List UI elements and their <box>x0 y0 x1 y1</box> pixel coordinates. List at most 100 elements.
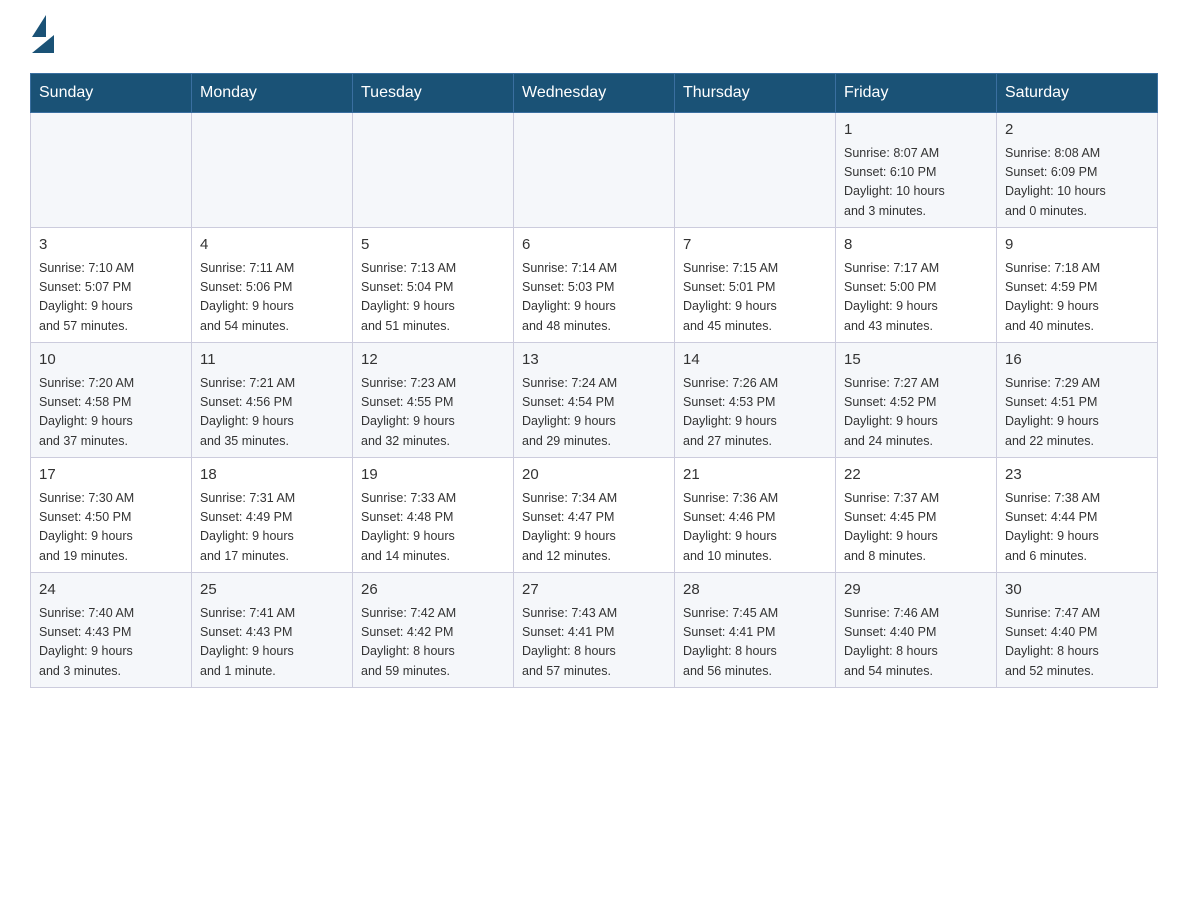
calendar-cell: 11Sunrise: 7:21 AMSunset: 4:56 PMDayligh… <box>192 343 353 458</box>
day-info: Sunrise: 7:10 AMSunset: 5:07 PMDaylight:… <box>39 259 183 337</box>
calendar-cell: 2Sunrise: 8:08 AMSunset: 6:09 PMDaylight… <box>997 113 1158 228</box>
weekday-header-sunday: Sunday <box>31 74 192 113</box>
day-number: 5 <box>361 234 505 257</box>
day-number: 26 <box>361 579 505 602</box>
calendar-cell: 3Sunrise: 7:10 AMSunset: 5:07 PMDaylight… <box>31 228 192 343</box>
day-number: 4 <box>200 234 344 257</box>
calendar-cell: 17Sunrise: 7:30 AMSunset: 4:50 PMDayligh… <box>31 458 192 573</box>
logo-blue-triangle-icon <box>32 35 54 53</box>
calendar-cell <box>192 113 353 228</box>
day-info: Sunrise: 7:17 AMSunset: 5:00 PMDaylight:… <box>844 259 988 337</box>
day-info: Sunrise: 7:46 AMSunset: 4:40 PMDaylight:… <box>844 604 988 682</box>
calendar-cell: 20Sunrise: 7:34 AMSunset: 4:47 PMDayligh… <box>514 458 675 573</box>
calendar-cell: 24Sunrise: 7:40 AMSunset: 4:43 PMDayligh… <box>31 573 192 688</box>
calendar-cell <box>31 113 192 228</box>
calendar-week-row: 3Sunrise: 7:10 AMSunset: 5:07 PMDaylight… <box>31 228 1158 343</box>
weekday-header-saturday: Saturday <box>997 74 1158 113</box>
day-info: Sunrise: 7:20 AMSunset: 4:58 PMDaylight:… <box>39 374 183 452</box>
day-number: 14 <box>683 349 827 372</box>
day-number: 23 <box>1005 464 1149 487</box>
calendar-cell: 16Sunrise: 7:29 AMSunset: 4:51 PMDayligh… <box>997 343 1158 458</box>
day-number: 20 <box>522 464 666 487</box>
day-info: Sunrise: 7:30 AMSunset: 4:50 PMDaylight:… <box>39 489 183 567</box>
day-info: Sunrise: 7:24 AMSunset: 4:54 PMDaylight:… <box>522 374 666 452</box>
day-info: Sunrise: 7:37 AMSunset: 4:45 PMDaylight:… <box>844 489 988 567</box>
calendar-cell: 1Sunrise: 8:07 AMSunset: 6:10 PMDaylight… <box>836 113 997 228</box>
logo <box>30 20 59 53</box>
day-info: Sunrise: 7:45 AMSunset: 4:41 PMDaylight:… <box>683 604 827 682</box>
calendar-cell: 30Sunrise: 7:47 AMSunset: 4:40 PMDayligh… <box>997 573 1158 688</box>
calendar-cell: 29Sunrise: 7:46 AMSunset: 4:40 PMDayligh… <box>836 573 997 688</box>
calendar-cell: 5Sunrise: 7:13 AMSunset: 5:04 PMDaylight… <box>353 228 514 343</box>
calendar-cell: 7Sunrise: 7:15 AMSunset: 5:01 PMDaylight… <box>675 228 836 343</box>
day-number: 10 <box>39 349 183 372</box>
day-number: 13 <box>522 349 666 372</box>
calendar-week-row: 17Sunrise: 7:30 AMSunset: 4:50 PMDayligh… <box>31 458 1158 573</box>
day-number: 15 <box>844 349 988 372</box>
calendar-cell: 27Sunrise: 7:43 AMSunset: 4:41 PMDayligh… <box>514 573 675 688</box>
day-info: Sunrise: 7:36 AMSunset: 4:46 PMDaylight:… <box>683 489 827 567</box>
calendar-cell: 8Sunrise: 7:17 AMSunset: 5:00 PMDaylight… <box>836 228 997 343</box>
calendar-cell: 12Sunrise: 7:23 AMSunset: 4:55 PMDayligh… <box>353 343 514 458</box>
day-info: Sunrise: 8:08 AMSunset: 6:09 PMDaylight:… <box>1005 144 1149 222</box>
day-number: 21 <box>683 464 827 487</box>
day-number: 7 <box>683 234 827 257</box>
day-info: Sunrise: 7:29 AMSunset: 4:51 PMDaylight:… <box>1005 374 1149 452</box>
day-number: 28 <box>683 579 827 602</box>
day-number: 17 <box>39 464 183 487</box>
day-number: 11 <box>200 349 344 372</box>
calendar-cell <box>353 113 514 228</box>
day-number: 12 <box>361 349 505 372</box>
day-info: Sunrise: 7:43 AMSunset: 4:41 PMDaylight:… <box>522 604 666 682</box>
logo-triangle-icon <box>32 15 46 37</box>
day-number: 27 <box>522 579 666 602</box>
day-number: 3 <box>39 234 183 257</box>
weekday-header-wednesday: Wednesday <box>514 74 675 113</box>
day-number: 25 <box>200 579 344 602</box>
day-info: Sunrise: 7:41 AMSunset: 4:43 PMDaylight:… <box>200 604 344 682</box>
calendar-cell: 10Sunrise: 7:20 AMSunset: 4:58 PMDayligh… <box>31 343 192 458</box>
calendar-cell: 14Sunrise: 7:26 AMSunset: 4:53 PMDayligh… <box>675 343 836 458</box>
calendar-cell: 9Sunrise: 7:18 AMSunset: 4:59 PMDaylight… <box>997 228 1158 343</box>
calendar-week-row: 10Sunrise: 7:20 AMSunset: 4:58 PMDayligh… <box>31 343 1158 458</box>
day-number: 6 <box>522 234 666 257</box>
calendar-cell: 26Sunrise: 7:42 AMSunset: 4:42 PMDayligh… <box>353 573 514 688</box>
day-number: 22 <box>844 464 988 487</box>
day-info: Sunrise: 7:21 AMSunset: 4:56 PMDaylight:… <box>200 374 344 452</box>
day-info: Sunrise: 7:14 AMSunset: 5:03 PMDaylight:… <box>522 259 666 337</box>
calendar-cell <box>514 113 675 228</box>
day-info: Sunrise: 7:13 AMSunset: 5:04 PMDaylight:… <box>361 259 505 337</box>
day-info: Sunrise: 7:31 AMSunset: 4:49 PMDaylight:… <box>200 489 344 567</box>
calendar-week-row: 24Sunrise: 7:40 AMSunset: 4:43 PMDayligh… <box>31 573 1158 688</box>
weekday-header-monday: Monday <box>192 74 353 113</box>
day-info: Sunrise: 7:18 AMSunset: 4:59 PMDaylight:… <box>1005 259 1149 337</box>
calendar-cell: 18Sunrise: 7:31 AMSunset: 4:49 PMDayligh… <box>192 458 353 573</box>
day-info: Sunrise: 7:26 AMSunset: 4:53 PMDaylight:… <box>683 374 827 452</box>
calendar-cell: 19Sunrise: 7:33 AMSunset: 4:48 PMDayligh… <box>353 458 514 573</box>
day-info: Sunrise: 7:47 AMSunset: 4:40 PMDaylight:… <box>1005 604 1149 682</box>
weekday-header-thursday: Thursday <box>675 74 836 113</box>
calendar-cell: 21Sunrise: 7:36 AMSunset: 4:46 PMDayligh… <box>675 458 836 573</box>
weekday-header-friday: Friday <box>836 74 997 113</box>
day-info: Sunrise: 7:34 AMSunset: 4:47 PMDaylight:… <box>522 489 666 567</box>
weekday-header-tuesday: Tuesday <box>353 74 514 113</box>
page-header <box>30 20 1158 53</box>
calendar-cell: 6Sunrise: 7:14 AMSunset: 5:03 PMDaylight… <box>514 228 675 343</box>
calendar-table: SundayMondayTuesdayWednesdayThursdayFrid… <box>30 73 1158 688</box>
day-info: Sunrise: 7:38 AMSunset: 4:44 PMDaylight:… <box>1005 489 1149 567</box>
day-number: 2 <box>1005 119 1149 142</box>
weekday-header-row: SundayMondayTuesdayWednesdayThursdayFrid… <box>31 74 1158 113</box>
day-info: Sunrise: 7:15 AMSunset: 5:01 PMDaylight:… <box>683 259 827 337</box>
day-number: 16 <box>1005 349 1149 372</box>
day-number: 19 <box>361 464 505 487</box>
day-number: 9 <box>1005 234 1149 257</box>
day-info: Sunrise: 7:40 AMSunset: 4:43 PMDaylight:… <box>39 604 183 682</box>
day-number: 29 <box>844 579 988 602</box>
day-number: 24 <box>39 579 183 602</box>
day-number: 18 <box>200 464 344 487</box>
calendar-cell: 28Sunrise: 7:45 AMSunset: 4:41 PMDayligh… <box>675 573 836 688</box>
day-info: Sunrise: 8:07 AMSunset: 6:10 PMDaylight:… <box>844 144 988 222</box>
calendar-week-row: 1Sunrise: 8:07 AMSunset: 6:10 PMDaylight… <box>31 113 1158 228</box>
day-info: Sunrise: 7:33 AMSunset: 4:48 PMDaylight:… <box>361 489 505 567</box>
calendar-cell: 22Sunrise: 7:37 AMSunset: 4:45 PMDayligh… <box>836 458 997 573</box>
